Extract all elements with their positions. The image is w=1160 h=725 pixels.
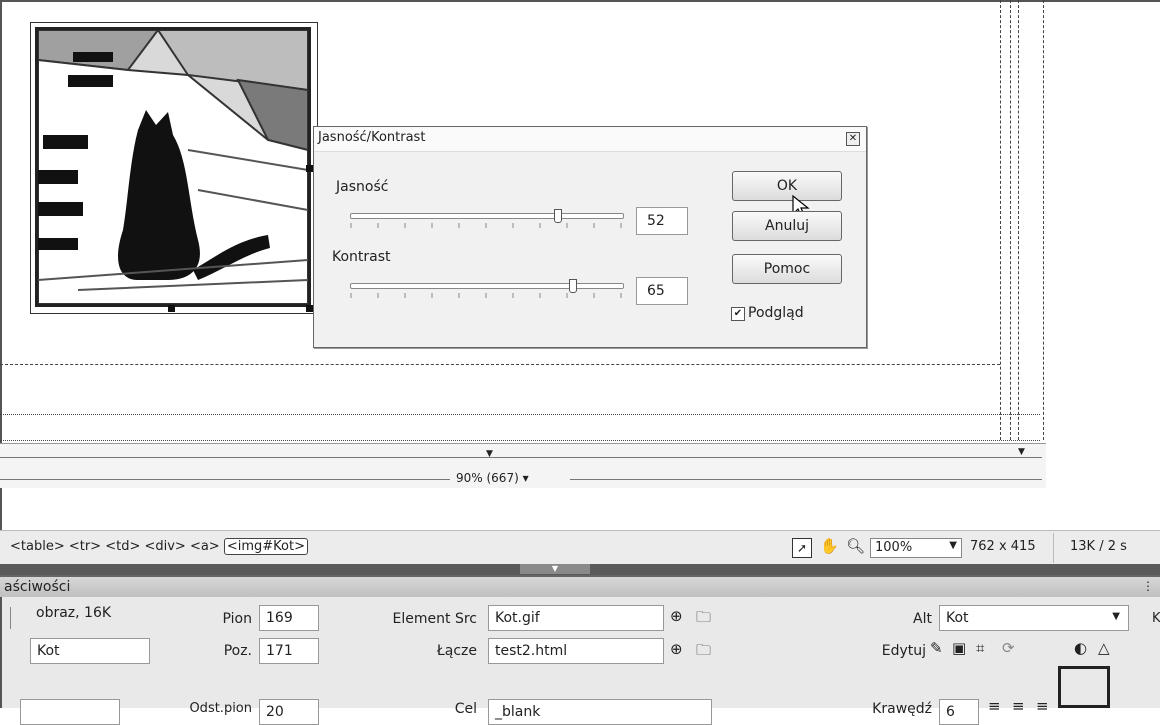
layout-guide [0, 440, 1040, 441]
selected-tag[interactable]: <img#Kot> [223, 538, 308, 555]
collapse-arrow-icon[interactable]: ▼ [520, 564, 590, 574]
preview-checkbox[interactable]: ✔ [731, 307, 745, 321]
image-thumbnail [2, 607, 11, 629]
pencil-edit-icon[interactable]: ✎ [930, 639, 943, 657]
chevron-down-icon: ▼ [949, 540, 957, 551]
divider [1053, 533, 1054, 563]
table-width-label[interactable]: 90% (667) ▾ [456, 471, 529, 485]
folder-icon[interactable]: 🗀 [696, 640, 711, 665]
image-id-field[interactable]: Kot [30, 638, 150, 664]
contrast-slider-thumb[interactable] [569, 279, 577, 293]
layout-guide [1018, 0, 1019, 440]
brightness-value-field[interactable]: 52 [636, 207, 688, 235]
link-label: Łącze [436, 643, 477, 659]
zoom-select[interactable]: 100% ▼ [870, 538, 962, 558]
close-icon[interactable]: ✕ [846, 132, 860, 146]
cat-image[interactable] [35, 27, 311, 307]
highlight-box [1058, 666, 1110, 708]
properties-panel-header[interactable]: aściwości ⋮ [0, 575, 1160, 599]
resize-handle-corner[interactable] [306, 305, 313, 312]
brightness-slider-ticks [350, 223, 622, 228]
layout-guide [1043, 0, 1044, 440]
crop-icon[interactable]: ⌗ [976, 639, 984, 657]
brightness-contrast-icon[interactable]: ◐ [1074, 639, 1087, 657]
border-field[interactable]: 6 [939, 699, 979, 725]
poz-field[interactable]: 171 [259, 638, 319, 664]
contrast-slider-ticks [350, 293, 622, 298]
point-to-file-icon[interactable]: ⊕ [670, 640, 683, 658]
tag-path-ancestors[interactable]: <table> <tr> <td> <div> <a> [10, 539, 220, 554]
pion-label: Pion [222, 611, 252, 627]
contrast-label: Kontrast [332, 249, 391, 265]
folder-icon[interactable]: 🗀 [696, 607, 711, 632]
contrast-value-field[interactable]: 65 [636, 277, 688, 305]
resize-handle-right[interactable] [306, 165, 313, 172]
src-field[interactable]: Kot.gif [488, 605, 664, 631]
help-button[interactable]: Pomoc [732, 254, 842, 284]
panel-menu-icon[interactable]: ⋮ [1142, 579, 1154, 593]
cancel-button[interactable]: Anuluj [732, 211, 842, 241]
sharpen-icon[interactable]: △ [1098, 639, 1110, 657]
table-width-value: 90% (667) [456, 471, 519, 485]
odst-field[interactable]: 20 [259, 699, 319, 725]
layout-guide [0, 364, 1000, 365]
class-select[interactable] [20, 699, 120, 725]
chevron-down-icon: ▼ [1112, 611, 1120, 622]
hand-tool-icon[interactable]: ✋ [820, 537, 839, 555]
target-field[interactable]: _blank [488, 699, 712, 725]
pion-field[interactable]: 169 [259, 605, 319, 631]
brightness-label: Jasność [336, 179, 389, 195]
download-size: 13K / 2 s [1070, 539, 1127, 554]
border-label: Krawędź [872, 701, 932, 717]
column-header-menu-icon[interactable]: ▼ [486, 449, 493, 459]
brightness-contrast-dialog: Jasność/Kontrast ✕ Jasność 52 Kontrast 6… [313, 126, 867, 348]
contrast-slider[interactable] [350, 283, 624, 289]
layout-guide [1000, 0, 1001, 440]
odst-label: Odst.pion [189, 701, 252, 716]
resize-handle-bottom[interactable] [168, 305, 175, 312]
src-label: Element Src [392, 611, 477, 627]
dialog-title: Jasność/Kontrast [318, 130, 426, 145]
target-label: Cel [454, 701, 477, 717]
tag-selector-bar: <table> <tr> <td> <div> <a> <img#Kot> ➚ … [0, 530, 1160, 565]
optimize-icon[interactable]: ▣ [952, 639, 966, 657]
zoom-value: 100% [875, 540, 913, 555]
alt-select[interactable]: Kot ▼ [939, 605, 1129, 631]
align-center-icon[interactable]: ≡ [1012, 697, 1025, 715]
align-left-icon[interactable]: ≡ [988, 697, 1001, 715]
link-field[interactable]: test2.html [488, 638, 664, 664]
alt-value: Kot [946, 610, 969, 626]
panel-splitter[interactable]: ▼ [0, 564, 1160, 575]
resample-icon[interactable]: ⟳ [1002, 639, 1015, 657]
column-header-menu-icon[interactable]: ▼ [1018, 447, 1025, 457]
dialog-titlebar[interactable]: Jasność/Kontrast ✕ [314, 127, 866, 152]
edit-label: Edytuj [881, 643, 926, 659]
properties-panel: obraz, 16K Pion 169 Element Src Kot.gif … [0, 597, 1160, 725]
layout-guide [0, 414, 1040, 415]
table-width-ruler: ▼ ▼ 90% (667) ▾ [0, 443, 1046, 488]
panel-title: aściwości [4, 579, 71, 595]
tag-path[interactable]: <table> <tr> <td> <div> <a> <img#Kot> [10, 538, 308, 555]
cut-off-label: K [1152, 611, 1160, 626]
zoom-tool-icon[interactable]: 🔍︎ [846, 537, 865, 555]
align-right-icon[interactable]: ≡ [1036, 697, 1049, 715]
cat-illustration [38, 30, 308, 304]
layout-guide [1010, 0, 1011, 440]
point-to-file-icon[interactable]: ⊕ [670, 607, 683, 625]
alt-label: Alt [913, 611, 932, 627]
window-size[interactable]: 762 x 415 [970, 539, 1036, 554]
ok-button[interactable]: OK [732, 171, 842, 201]
select-pointer-icon[interactable]: ➚ [792, 538, 812, 558]
brightness-slider-thumb[interactable] [554, 209, 562, 223]
brightness-slider[interactable] [350, 213, 624, 219]
poz-label: Poz. [223, 643, 252, 659]
preview-label: Podgląd [748, 305, 804, 321]
element-type-label: obraz, 16K [36, 605, 112, 621]
